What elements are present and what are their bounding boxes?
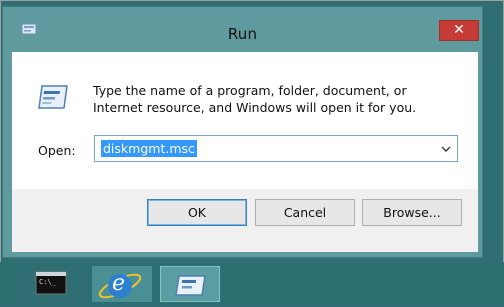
chevron-down-icon[interactable] [437,139,455,158]
dialog-title: Run [227,25,258,43]
open-input-value[interactable]: diskmgmt.msc [101,140,197,157]
close-button[interactable]: ✕ [439,20,479,41]
taskbar: C:\_ e [0,262,504,303]
taskbar-item-command-prompt[interactable]: C:\_ [28,266,88,302]
dialog-description: Type the name of a program, folder, docu… [93,83,417,115]
taskbar-item-run[interactable] [160,266,220,302]
run-program-icon [36,84,70,110]
open-label: Open: [38,143,76,158]
ok-button[interactable]: OK [147,199,247,226]
cancel-button[interactable]: Cancel [255,199,355,226]
open-combobox[interactable]: diskmgmt.msc [94,135,458,162]
run-dialog: Run ✕ Type the name of a program, folder… [2,6,483,258]
taskbar-item-internet-explorer[interactable]: e [92,266,152,302]
browse-button[interactable]: Browse... [362,199,462,226]
run-icon [175,275,206,296]
ie-icon-letter: e [112,271,126,296]
cmd-icon-text: C:\_ [39,278,56,286]
dialog-body: Type the name of a program, folder, docu… [12,52,478,252]
